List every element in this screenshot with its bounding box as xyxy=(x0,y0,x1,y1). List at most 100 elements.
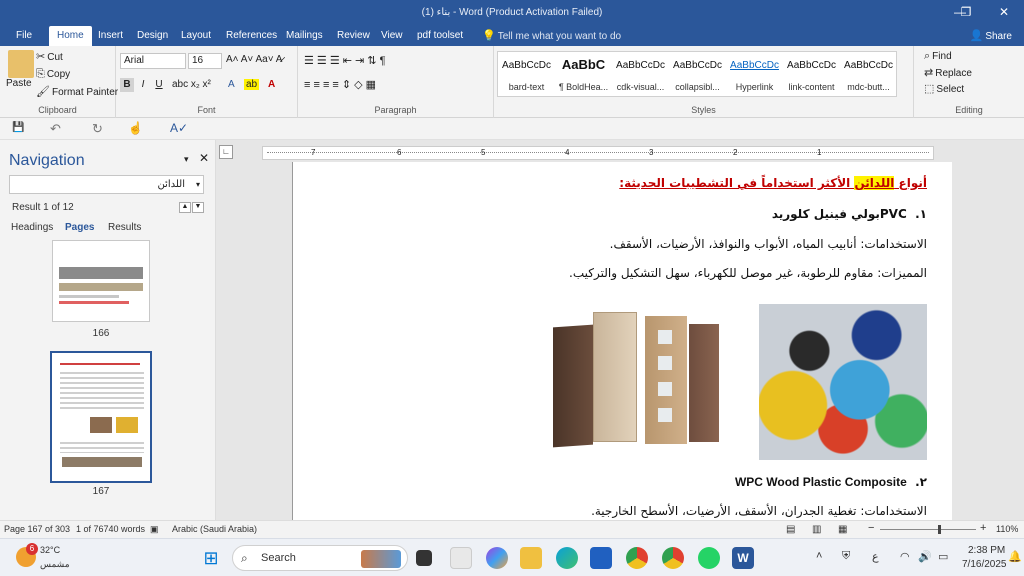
share-button[interactable]: 👤 Share xyxy=(970,29,1012,42)
clock-date[interactable]: 7/16/2025 xyxy=(962,559,1007,570)
store-icon[interactable] xyxy=(590,547,612,569)
horizontal-ruler[interactable]: 7 6 5 4 3 2 1 xyxy=(262,146,934,160)
antivirus-icon[interactable]: ⛨ xyxy=(842,550,850,563)
word-icon[interactable]: W xyxy=(732,547,754,569)
next-result-icon[interactable]: ▼ xyxy=(192,202,204,213)
page-count[interactable]: Page 167 of 303 xyxy=(4,524,70,534)
paragraph-uses[interactable]: الاستخدامات: أنابيب المياه، الأبواب والن… xyxy=(610,237,927,251)
tab-headings[interactable]: Headings xyxy=(11,222,53,233)
tab-file[interactable]: File xyxy=(12,26,36,46)
copy-button[interactable]: ⎘ Copy xyxy=(36,68,70,81)
tab-mailings[interactable]: Mailings xyxy=(282,26,327,46)
tab-insert[interactable]: Insert xyxy=(94,26,127,46)
align-icons[interactable]: ≡ ≡ ≡ ≡ ⇕ ◇ ▦ xyxy=(304,78,376,91)
paste-icon[interactable] xyxy=(8,50,34,78)
paragraph-uses[interactable]: الاستخدامات: تغطية الجدران، الأسقف، الأر… xyxy=(591,504,927,518)
tell-me-search[interactable]: 💡 Tell me what you want to do xyxy=(482,29,621,42)
word-count[interactable]: 1 of 76740 words xyxy=(76,524,145,534)
navigation-search-input[interactable]: اللدائن xyxy=(9,175,204,194)
edge-icon[interactable] xyxy=(556,547,578,569)
taskbar-search[interactable]: ⌕ Search xyxy=(232,545,408,571)
web-layout-icon[interactable]: ▦ xyxy=(838,524,847,535)
notification-icon[interactable]: 🔔 xyxy=(1008,550,1022,563)
style-boldheading[interactable]: AaBbC ¶ BoldHea... xyxy=(555,52,612,96)
replace-button[interactable]: ⇄ Replace xyxy=(924,66,972,79)
list-item-heading[interactable]: ٢. WPC Wood Plastic Composite xyxy=(735,475,927,489)
touch-mode-icon[interactable]: ☝ xyxy=(128,121,143,135)
find-button[interactable]: ⌕ Find xyxy=(924,50,952,63)
tab-home[interactable]: Home xyxy=(49,26,92,46)
cut-button[interactable]: ✂ Cut xyxy=(36,50,63,63)
tab-references[interactable]: References xyxy=(222,26,281,46)
document-page[interactable]: أنواع اللدائن الأكثر استخداماً في التشطي… xyxy=(292,162,952,520)
snipping-tool-icon[interactable] xyxy=(450,547,472,569)
font-color-icon[interactable]: A xyxy=(268,79,275,90)
tab-design[interactable]: Design xyxy=(133,26,172,46)
format-painter-button[interactable]: 🖌 Format Painter xyxy=(36,85,118,98)
wifi-icon[interactable]: ◠ xyxy=(900,550,910,563)
section-heading[interactable]: أنواع اللدائن الأكثر استخداماً في التشطي… xyxy=(619,176,927,190)
windows-start-icon[interactable]: ⊞ xyxy=(200,547,222,569)
pane-options-icon[interactable]: ▾ xyxy=(184,154,189,165)
paragraph-features[interactable]: المميزات: مقاوم للرطوبة، غير موصل للكهرب… xyxy=(569,266,927,280)
style-collapsible[interactable]: AaBbCcDc collapsibl... xyxy=(669,52,726,96)
font-name-combo[interactable]: Arial xyxy=(120,53,186,69)
input-language[interactable]: ع xyxy=(872,550,879,563)
highlight-icon[interactable]: ab xyxy=(244,79,260,90)
underline-button[interactable]: U xyxy=(152,78,166,92)
tab-layout[interactable]: Layout xyxy=(177,26,215,46)
spelling-icon[interactable]: A✓ xyxy=(170,121,188,135)
bold-button[interactable]: B xyxy=(120,78,134,92)
clock-time[interactable]: 2:38 PM xyxy=(968,545,1005,556)
doors-image[interactable] xyxy=(549,304,725,460)
strikethrough-icon[interactable]: abc x₂ x² xyxy=(172,79,211,90)
grow-font-icon[interactable]: A˄ A˅ Aa˅ A̷ xyxy=(226,54,282,65)
zoom-level[interactable]: 110% xyxy=(996,524,1018,534)
copilot-icon[interactable] xyxy=(486,547,508,569)
list-item-heading[interactable]: ١. PVCبولي فينيل كلوريد xyxy=(772,207,927,221)
chrome-profile-icon[interactable] xyxy=(662,547,684,569)
zoom-slider[interactable] xyxy=(880,529,976,530)
page-thumbnail-selected[interactable] xyxy=(50,351,152,483)
tab-pdf-toolset[interactable]: pdf toolset xyxy=(413,26,467,46)
previous-result-icon[interactable]: ▲ xyxy=(179,202,191,213)
select-button[interactable]: ⬚ Select xyxy=(924,82,964,95)
search-dropdown-icon[interactable]: ▾ xyxy=(196,180,200,189)
text-effects-icon[interactable]: A xyxy=(228,79,235,90)
battery-icon[interactable]: ▭ xyxy=(938,550,948,563)
page-thumbnail[interactable] xyxy=(52,240,150,322)
zoom-in-icon[interactable]: + xyxy=(980,522,986,534)
read-mode-icon[interactable]: ▤ xyxy=(786,524,795,535)
language-indicator[interactable]: Arabic (Saudi Arabia) xyxy=(172,524,257,534)
print-layout-icon[interactable]: ▥ xyxy=(812,524,821,535)
close-pane-icon[interactable]: ✕ xyxy=(199,151,209,165)
tab-review[interactable]: Review xyxy=(333,26,374,46)
tab-results[interactable]: Results xyxy=(108,222,141,233)
file-explorer-icon[interactable] xyxy=(520,547,542,569)
task-view-icon[interactable] xyxy=(416,550,432,566)
italic-button[interactable]: I xyxy=(136,78,150,92)
close-icon[interactable]: ✕ xyxy=(984,0,1024,26)
volume-icon[interactable]: 🔊 xyxy=(918,550,932,563)
style-hyperlink[interactable]: AaBbCcDc Hyperlink xyxy=(726,52,783,96)
style-mdc-button[interactable]: AaBbCcDc mdc-butt... xyxy=(840,52,897,96)
restore-icon[interactable]: ❐ xyxy=(946,0,986,26)
proofing-icon[interactable]: ▣ xyxy=(150,524,159,535)
whatsapp-icon[interactable] xyxy=(698,547,720,569)
style-bard-text[interactable]: AaBbCcDc bard-text xyxy=(498,52,555,96)
redo-icon[interactable]: ↻ xyxy=(92,121,103,137)
font-size-combo[interactable]: 16 xyxy=(188,53,222,69)
paste-button[interactable]: Paste xyxy=(6,78,32,89)
save-icon[interactable]: 💾 xyxy=(12,122,24,133)
tab-view[interactable]: View xyxy=(377,26,407,46)
chevron-up-icon[interactable]: ˄ xyxy=(816,550,822,562)
plastic-granules-image[interactable] xyxy=(759,304,927,460)
tab-selector-icon[interactable]: ∟ xyxy=(219,145,233,159)
undo-icon[interactable]: ↶ xyxy=(50,121,61,137)
bullets-icon[interactable]: ☰ ☰ ☰ ⇤ ⇥ ⇅ ¶ xyxy=(304,54,385,67)
style-cdk-visual[interactable]: AaBbCcDc cdk-visual... xyxy=(612,52,669,96)
tab-pages[interactable]: Pages xyxy=(65,222,94,233)
zoom-out-icon[interactable]: − xyxy=(868,522,874,534)
chrome-icon[interactable] xyxy=(626,547,648,569)
zoom-slider-thumb[interactable] xyxy=(938,525,941,534)
